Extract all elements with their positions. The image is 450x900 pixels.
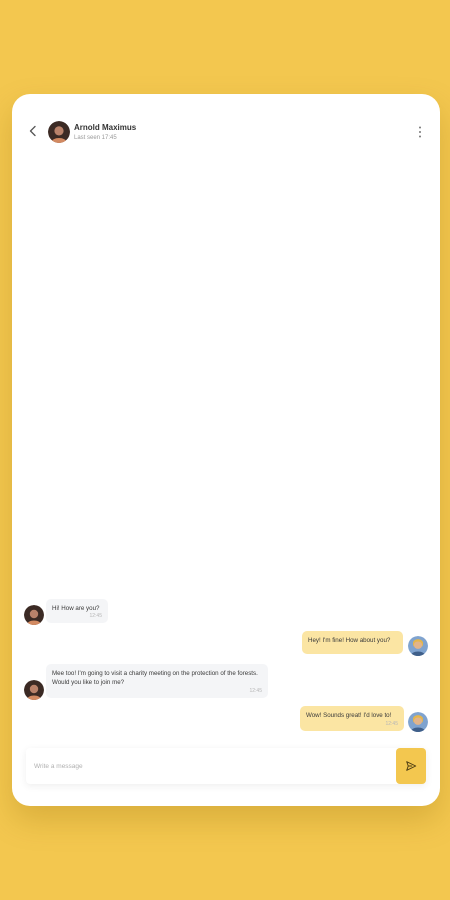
message-time: 12:45 — [89, 613, 102, 619]
back-button[interactable] — [26, 124, 40, 138]
vertical-dots-icon — [419, 126, 421, 138]
message-input[interactable] — [26, 748, 392, 784]
send-button[interactable] — [396, 748, 426, 784]
message-text: Mee too! I'm going to visit a charity me… — [52, 670, 258, 686]
contact-name: Arnold Maximus — [74, 123, 137, 132]
sender-avatar — [24, 605, 44, 625]
message-bubble-incoming: Mee too! I'm going to visit a charity me… — [46, 664, 268, 698]
message-time: 12:45 — [385, 721, 398, 727]
message-composer — [26, 748, 426, 784]
message-list: Hi! How are you? 12:45 Hey! I'm fine! Ho… — [12, 94, 440, 806]
more-options-button[interactable] — [416, 124, 424, 140]
contact-avatar[interactable] — [48, 121, 70, 143]
chat-header: Arnold Maximus Last seen 17:45 — [12, 94, 440, 166]
message-text: Hey! I'm fine! How about you? — [308, 637, 391, 644]
own-avatar — [408, 712, 428, 732]
chat-window: Arnold Maximus Last seen 17:45 Hi! How a… — [12, 94, 440, 806]
message-bubble-outgoing: Wow! Sounds great! I'd love to! 12:45 — [300, 706, 404, 731]
message-text: Wow! Sounds great! I'd love to! — [306, 712, 392, 719]
sender-avatar — [24, 680, 44, 700]
send-icon — [406, 761, 417, 771]
own-avatar — [408, 636, 428, 656]
message-bubble-incoming: Hi! How are you? 12:45 — [46, 599, 108, 623]
message-time: 12:45 — [249, 688, 262, 694]
message-bubble-outgoing: Hey! I'm fine! How about you? — [302, 631, 403, 654]
last-seen-status: Last seen 17:45 — [74, 135, 117, 141]
chevron-left-icon — [29, 125, 36, 137]
message-text: Hi! How are you? — [52, 605, 100, 612]
